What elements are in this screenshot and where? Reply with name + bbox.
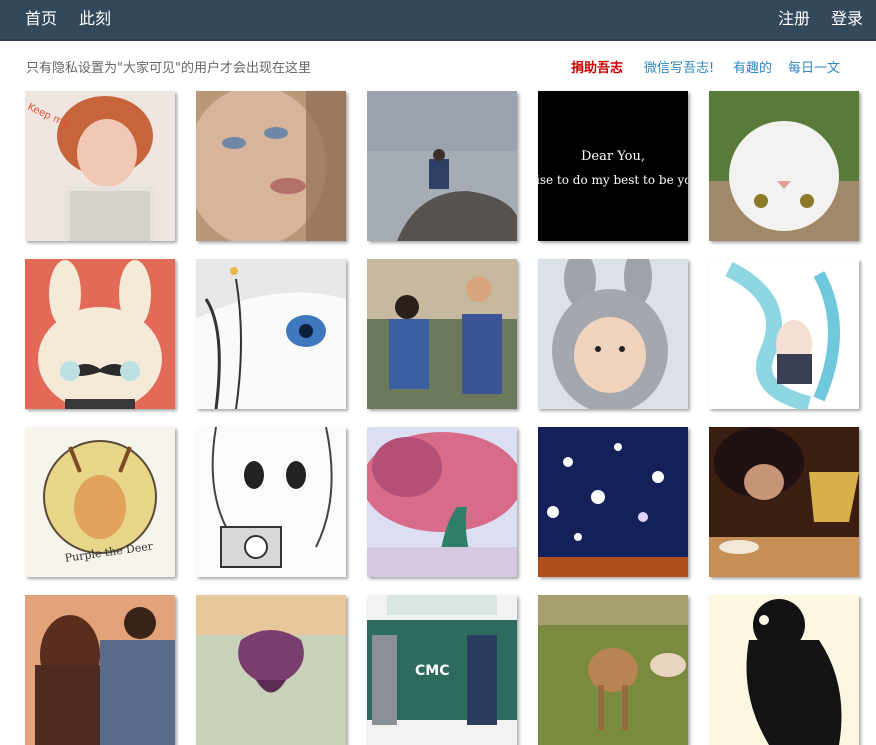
avatar-tile[interactable]: [25, 259, 175, 409]
truck-legs-photo-icon: CMC: [367, 595, 517, 745]
woman-face-photo-icon: [196, 91, 346, 241]
daily-article-link[interactable]: 每日一文: [788, 57, 840, 76]
nav-home-link[interactable]: 首页: [25, 0, 57, 39]
nav-now-link[interactable]: 此刻: [79, 0, 111, 39]
privacy-notice: 只有隐私设置为"大家可见"的用户才会出现在这里: [26, 61, 311, 76]
snowflake-night-illustration-icon: [538, 427, 688, 577]
anime-girl-camera-illustration-icon: [196, 427, 346, 577]
donate-link[interactable]: 捐助吾志: [571, 57, 623, 76]
avatar-tile[interactable]: [709, 595, 859, 745]
avatar-tile[interactable]: Purple the Deer: [25, 427, 175, 577]
fun-link[interactable]: 有趣的: [733, 57, 772, 76]
avatar-tile[interactable]: [367, 259, 517, 409]
girl-red-hair-photo-icon: Keep me: [25, 91, 175, 241]
tile-caption: Dear You,: [581, 149, 645, 164]
avatar-tile[interactable]: [538, 595, 688, 745]
avatar-tile[interactable]: [538, 427, 688, 577]
misty-rock-photo-icon: [367, 91, 517, 241]
purple-flower-photo-icon: [196, 595, 346, 745]
dear-you-text-image-icon: Dear You, ise to do my best to be you: [538, 91, 688, 241]
avatar-tile[interactable]: Keep me: [25, 91, 175, 241]
avatar-tile[interactable]: [196, 259, 346, 409]
upside-down-cat-photo-icon: [709, 91, 859, 241]
avatar-tile[interactable]: Dear You, ise to do my best to be you: [538, 91, 688, 241]
avatar-tile[interactable]: [196, 91, 346, 241]
tile-caption: CMC: [415, 663, 449, 679]
nav-register-link[interactable]: 注册: [778, 0, 810, 39]
avatar-tile[interactable]: [196, 427, 346, 577]
avatar-tile[interactable]: [709, 91, 859, 241]
deer-field-photo-icon: [538, 595, 688, 745]
avatar-tile[interactable]: [25, 595, 175, 745]
avatar-tile[interactable]: [709, 427, 859, 577]
avatar-tile[interactable]: [538, 259, 688, 409]
avatar-tile[interactable]: [196, 595, 346, 745]
wechat-link[interactable]: 微信写吾志!: [644, 57, 714, 76]
mustache-bunny-illustration-icon: [25, 259, 175, 409]
two-men-park-photo-icon: [367, 259, 517, 409]
bear-ink-illustration-icon: [709, 595, 859, 745]
avatar-tile[interactable]: [709, 259, 859, 409]
avatar-tile[interactable]: CMC: [367, 595, 517, 745]
woman-lamp-photo-icon: [709, 427, 859, 577]
tile-caption-line2: ise to do my best to be you: [538, 173, 688, 187]
anime-eye-illustration-icon: [196, 259, 346, 409]
couple-sunset-photo-icon: [25, 595, 175, 745]
top-nav-bar: 首页 此刻 注册 登录: [0, 0, 876, 41]
pink-tree-painting-icon: [367, 427, 517, 577]
avatar-tile[interactable]: [367, 91, 517, 241]
purple-deer-badge-illustration-icon: Purple the Deer: [25, 427, 175, 577]
nav-login-link[interactable]: 登录: [831, 0, 863, 39]
child-bunny-hood-photo-icon: [538, 259, 688, 409]
blue-hair-anime-girl-illustration-icon: [709, 259, 859, 409]
avatar-tile[interactable]: [367, 427, 517, 577]
